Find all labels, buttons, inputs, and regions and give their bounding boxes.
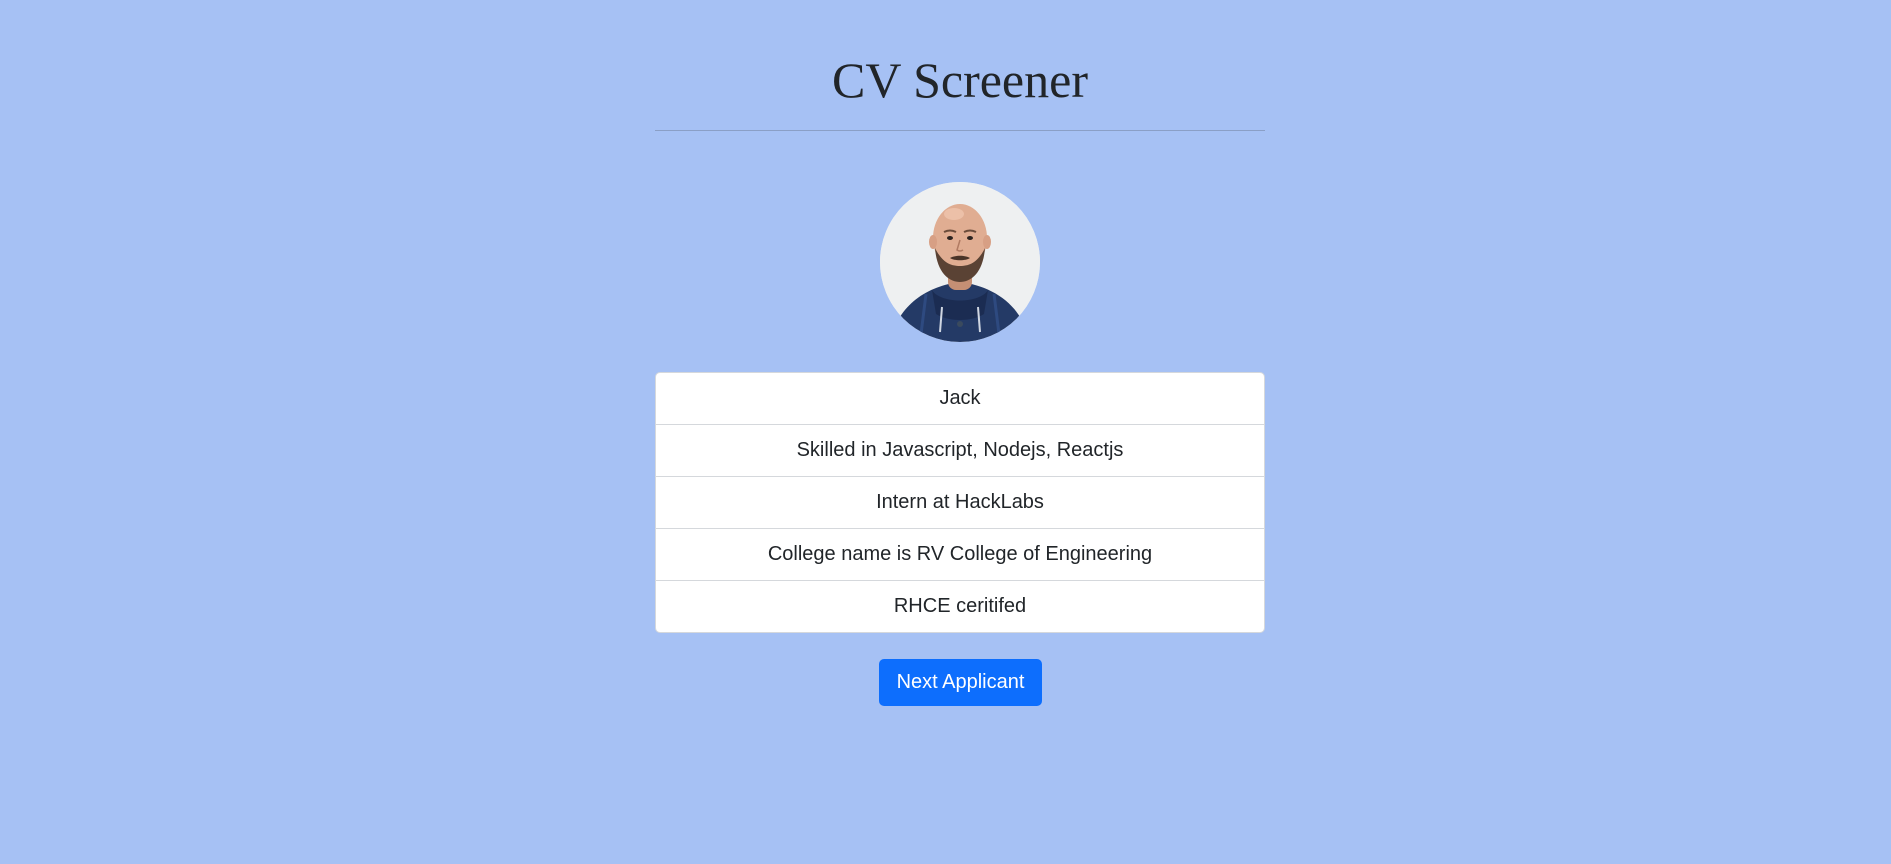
main-container: CV Screener Jack Skilled in Javascript, …	[655, 0, 1265, 864]
next-applicant-button[interactable]: Next Applicant	[879, 659, 1042, 706]
applicant-experience: Intern at HackLabs	[656, 477, 1264, 529]
title-divider	[655, 130, 1265, 131]
applicant-photo-icon	[880, 182, 1040, 342]
applicant-name: Jack	[656, 373, 1264, 425]
applicant-certification: RHCE ceritifed	[893, 595, 1027, 617]
applicant-details-list: Jack Skilled in Javascript, Nodejs, Reac…	[655, 372, 1265, 633]
applicant-avatar	[880, 182, 1040, 342]
page-title: CV Screener	[832, 52, 1088, 108]
page-background: CV Screener Jack Skilled in Javascript, …	[0, 0, 1891, 864]
applicant-skills: Skilled in Javascript, Nodejs, Reactjs	[656, 425, 1264, 477]
applicant-college: College name is RV College of Engineerin…	[656, 529, 1264, 581]
